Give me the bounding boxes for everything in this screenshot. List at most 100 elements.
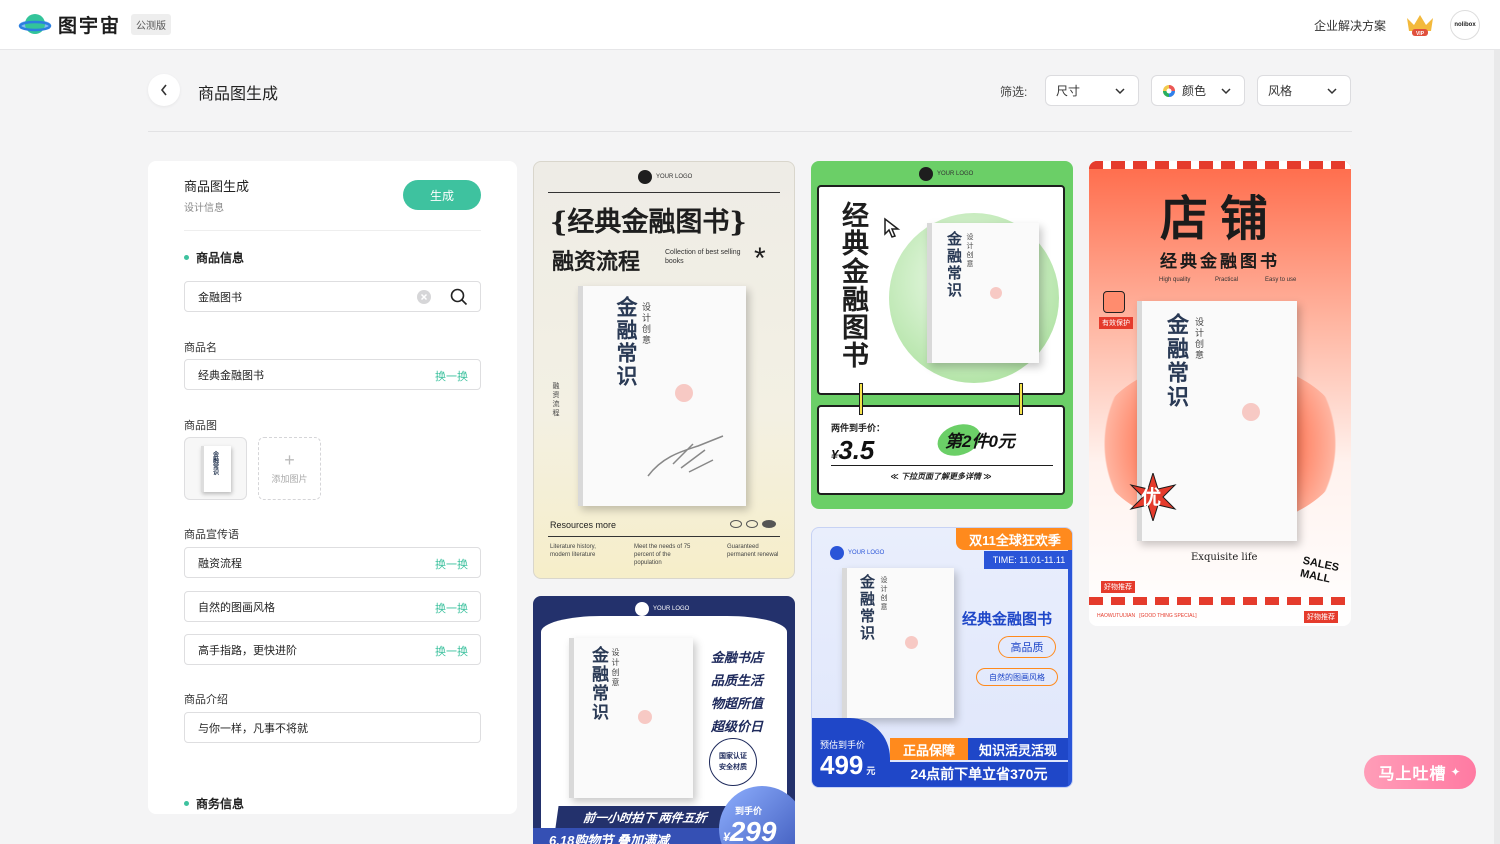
bottom-promo: 6.18购物节 叠加满减 [549,833,669,844]
product-info-section: 商品信息 [184,249,244,266]
poster-card-navy[interactable]: YOUR LOGO 金融常识 设计创意 金融书店 品质生活 物超所值 超级价日 … [533,596,795,844]
section-dot-icon [184,255,189,260]
search-icon[interactable] [450,288,468,306]
price-value: 499 元 [820,750,876,780]
logo-text: YOUR LOGO [656,174,693,180]
poster-card-orange[interactable]: 店铺 经典金融图书 High quality Practical Easy to… [1089,161,1351,626]
poster-card-blue[interactable]: YOUR LOGO 双11全球狂欢季 TIME: 11.01-11.11 金融常… [811,527,1073,788]
book-subtitle: 设计创意 [966,233,974,269]
slogan-value: 自然的图画风格 [198,601,275,614]
face-icon [1103,291,1125,313]
style-filter-value: 风格 [1268,84,1293,98]
swap-button[interactable]: 换一换 [435,368,468,384]
price-box: 两件到手价： ¥3.5 第2件0元 ≪ 下拉页面了解更多详情 ≫ [817,405,1065,495]
intro-label: 商品介绍 [184,694,228,706]
planet-logo-icon [18,13,52,34]
rule-line [548,192,780,193]
sales-mall-text: SALES MALL [1298,554,1341,586]
book-cover: 金融常识 设计创意 [842,568,954,718]
product-image-label: 商品图 [184,420,217,432]
feedback-button[interactable]: 马上吐槽 ✦ [1364,755,1476,789]
product-image-thumbnail[interactable]: 金融常识 [184,437,247,500]
logo-text: YOUR LOGO [937,171,974,177]
book-cover: 金融常识 设计创意 [927,223,1039,363]
feature-line: 超级价日 [711,719,764,734]
page-header: 商品图生成 筛选: 尺寸 颜色 风格 [148,74,1352,132]
product-name-label: 商品名 [184,342,217,354]
top-pattern [1089,161,1351,169]
brand-logo: YOUR LOGO [635,602,689,616]
style-filter-select[interactable]: 风格 [1257,75,1351,106]
price-label: 两件到手价： [831,423,886,433]
book-subtitle: 设计创意 [1193,317,1203,361]
feature-1: Literature history, modern literature [550,544,596,558]
hand-illustration-icon [647,435,724,477]
app-logo[interactable]: 图宇宙 公测版 [18,11,172,38]
more-details-text: ≪ 下拉页面了解更多详情 ≫ [890,472,992,481]
product-info-heading: 商品信息 [196,251,245,265]
back-button[interactable] [148,74,180,106]
chevron-down-icon [1221,88,1231,95]
product-search-input[interactable]: 金融图书 [184,281,481,312]
illustration-dot [675,384,693,402]
slogan-field[interactable]: 融资流程 换一换 [184,547,481,578]
double11-badge: 双11全球狂欢季 [956,528,1072,550]
cursor-icon [884,217,901,238]
add-image-button[interactable]: + 添加图片 [258,437,321,500]
business-info-section: 商务信息 [184,795,244,812]
book-title: 金融常识 [1163,313,1189,409]
book-title: 金融常识 [858,574,876,642]
color-filter-value: 颜色 [1182,84,1207,98]
generate-button[interactable]: 生成 [403,180,481,210]
quality-pill: 高品质 [998,636,1056,658]
swap-button[interactable]: 换一换 [435,556,468,572]
label-tag: 有效保护 [1099,317,1133,329]
color-filter-select[interactable]: 颜色 [1151,75,1245,106]
poster-english: Collection of best selling books [665,249,741,265]
page-title: 商品图生成 [198,86,279,103]
illustration-dot [638,710,652,724]
slogan-value: 融资流程 [198,557,242,570]
beta-badge: 公测版 [131,14,172,35]
slogan-value: 高手指路，更快进阶 [198,644,297,657]
rule-line [831,465,1053,466]
enterprise-solutions-link[interactable]: 企业解决方案 [1314,17,1386,34]
panel-title: 商品图生成 [184,179,250,194]
poster-headline: 店铺 [1159,191,1280,247]
swap-button[interactable]: 换一换 [435,643,468,659]
page-scrollbar[interactable] [1494,50,1500,844]
product-name-field[interactable]: 经典金融图书 换一换 [184,359,481,390]
book-title: 金融常识 [614,296,639,388]
add-image-label: 添加图片 [271,474,308,484]
section-dot-icon [184,801,189,806]
illustration-dot [990,287,1002,299]
swap-button[interactable]: 换一换 [435,600,468,616]
user-avatar[interactable]: nolibox [1450,10,1480,40]
seal-text: 优 [1141,485,1161,509]
app-name: 图宇宙 [58,16,122,37]
panel-subtitle: 设计信息 [184,203,224,214]
poster-subhead: 融资流程 [552,249,641,275]
book-subtitle: 设计创意 [611,648,620,688]
book-cover: 金融常识 设计创意 [569,638,693,798]
asterisk-icon: * [754,242,766,275]
poster-title: 经典金融图书 [962,611,1053,628]
discount-banner: 前一小时拍下 两件五折 [555,806,735,828]
design-info-panel: 商品图生成 设计信息 生成 商品信息 金融图书 商品名 经典金融图书 换一换 商… [148,161,517,814]
brand-logo: YOUR LOGO [638,170,692,184]
badge-icons [730,520,776,528]
feature-3: Guaranteed permanent renewal [727,544,779,558]
tag-quality: High quality [1159,277,1191,283]
size-filter-select[interactable]: 尺寸 [1045,75,1139,106]
intro-field[interactable]: 与你一样，凡事不将就 [184,712,481,743]
poster-card-beige[interactable]: YOUR LOGO {经典金融图书} 融资流程 Collection of be… [533,161,795,579]
style-pill: 自然的图画风格 [976,668,1058,686]
slogan-field[interactable]: 高手指路，更快进阶 换一换 [184,634,481,665]
feature-list: 金融书店 品质生活 物超所值 超级价日 [711,646,763,738]
vip-crown-icon[interactable]: VIP [1404,12,1436,43]
poster-card-green[interactable]: 经典金融图书 金融常识 设计创意 YOUR LOGO 两件到手价： ¥3.5 第… [811,161,1073,509]
tagline: Exquisite life [1191,552,1258,563]
slogan-field[interactable]: 自然的图画风格 换一换 [184,591,481,622]
logo-mark-icon [830,546,844,560]
clear-icon[interactable] [416,289,432,305]
